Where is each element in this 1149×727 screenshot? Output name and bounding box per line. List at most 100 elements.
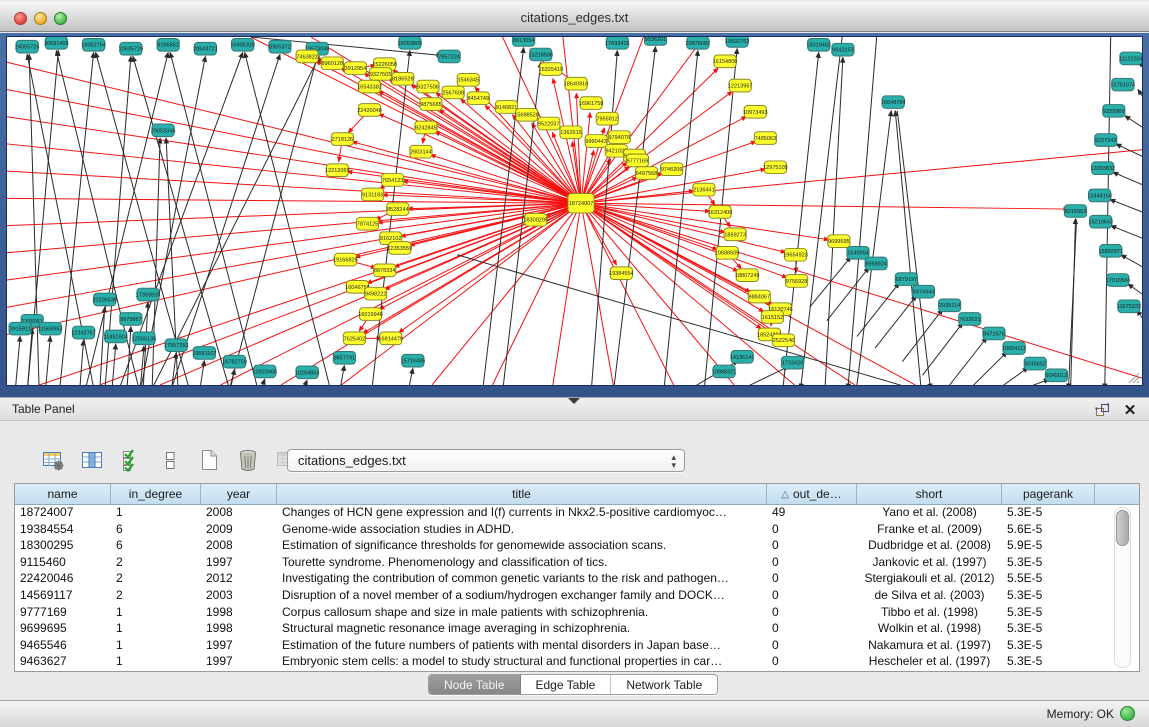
graph-edge[interactable] xyxy=(734,367,788,385)
graph-edge[interactable] xyxy=(27,329,32,385)
graph-edge[interactable] xyxy=(1128,284,1142,298)
graph-edge[interactable] xyxy=(895,111,921,385)
graph-node-label: 12213967 xyxy=(728,84,753,90)
graph-edge[interactable] xyxy=(902,309,942,361)
graph-edge[interactable] xyxy=(316,61,581,203)
graph-edge[interactable] xyxy=(922,323,962,375)
graph-edge[interactable] xyxy=(848,37,877,385)
graph-edge[interactable] xyxy=(80,340,84,385)
graph-edge[interactable] xyxy=(229,56,318,385)
graph-edge[interactable] xyxy=(39,203,581,385)
graph-edge[interactable] xyxy=(1125,116,1142,131)
graph-edge[interactable] xyxy=(1068,220,1076,385)
table-row[interactable]: 2242004622012Investigating the contribut… xyxy=(15,571,1101,588)
graph-edge[interactable] xyxy=(968,352,1007,385)
graph-edge[interactable] xyxy=(302,380,307,385)
close-panel-icon[interactable]: ✕ xyxy=(1121,401,1139,419)
deselect-rows-button[interactable] xyxy=(157,447,183,473)
table-row[interactable]: 911546021997Tourette syndrome. Phenomeno… xyxy=(15,555,1101,572)
table-scrollbar-thumb[interactable] xyxy=(1116,510,1129,546)
cell-short: Stergiakouli et al. (2012) xyxy=(857,571,1002,588)
tab-edge-table[interactable]: Edge Table xyxy=(521,675,612,694)
table-row[interactable]: 1938455462009Genome-wide association stu… xyxy=(15,522,1101,539)
tab-network-table[interactable]: Network Table xyxy=(611,675,717,694)
graph-edge[interactable] xyxy=(15,336,20,385)
table-row[interactable]: 1872400712008Changes of HCN gene express… xyxy=(15,505,1101,522)
graph-node-label: 1640954 xyxy=(847,251,869,257)
memory-ok-icon[interactable] xyxy=(1120,706,1135,721)
graph-edge[interactable] xyxy=(1013,379,1049,385)
graph-node-label: 9975887 xyxy=(120,317,142,323)
graph-node-label: 8813054 xyxy=(513,38,535,44)
cell-short: Jankovic et al. (1997) xyxy=(857,555,1002,572)
table-row[interactable]: 946554611997Estimation of the future num… xyxy=(15,638,1101,655)
graph-edge[interactable] xyxy=(664,51,698,385)
network-canvas[interactable]: 2405572430691406180527641063572991868522… xyxy=(7,37,1142,385)
cell-in_degree: 1 xyxy=(111,638,201,655)
table-options-button[interactable] xyxy=(40,447,66,473)
graph-edge[interactable] xyxy=(1113,172,1142,187)
graph-edge[interactable] xyxy=(45,336,50,385)
graph-edge[interactable] xyxy=(897,111,930,385)
graph-edge[interactable] xyxy=(875,296,916,348)
graph-edge[interactable] xyxy=(993,368,1028,385)
splitter-handle-icon[interactable] xyxy=(568,398,580,404)
select-updown-icon: ▴▾ xyxy=(671,453,676,469)
show-columns-button[interactable] xyxy=(79,447,105,473)
graph-node-label: 8958924 xyxy=(865,262,887,268)
graph-edge[interactable] xyxy=(1111,226,1142,241)
column-header-out_de[interactable]: △out_de… xyxy=(767,484,857,504)
delete-columns-button[interactable] xyxy=(235,447,261,473)
float-panel-icon[interactable] xyxy=(1093,401,1111,419)
graph-edge[interactable] xyxy=(7,144,581,203)
graph-edge[interactable] xyxy=(378,91,581,203)
graph-node-label: 9777169 xyxy=(627,158,649,164)
graph-edge[interactable] xyxy=(245,53,332,385)
graph-edge[interactable] xyxy=(1105,37,1111,385)
graph-edge[interactable] xyxy=(100,307,105,385)
graph-edge[interactable] xyxy=(1110,199,1142,214)
graph-edge[interactable] xyxy=(399,203,581,332)
table-row[interactable]: 1830029562008Estimation of significance … xyxy=(15,538,1101,555)
graph-edge[interactable] xyxy=(1138,89,1142,103)
graph-edge[interactable] xyxy=(553,203,581,385)
cell-pagerank: 5.3E-5 xyxy=(1002,654,1095,671)
graph-edge[interactable] xyxy=(408,368,413,385)
column-header-in_degree[interactable]: in_degree xyxy=(111,484,201,504)
column-header-year[interactable]: year xyxy=(201,484,277,504)
graph-edge[interactable] xyxy=(581,203,786,252)
graph-edge[interactable] xyxy=(1121,255,1142,270)
graph-node-label: 24055724 xyxy=(15,45,40,51)
table-row[interactable]: 977716911998Corpus callosum shape and si… xyxy=(15,605,1101,622)
select-rows-button[interactable] xyxy=(118,447,144,473)
graph-edge[interactable] xyxy=(230,369,235,385)
graph-edge[interactable] xyxy=(352,142,581,204)
table-scrollbar[interactable] xyxy=(1114,507,1131,668)
column-header-title[interactable]: title xyxy=(277,484,767,504)
graph-edge[interactable] xyxy=(801,37,843,385)
table-row[interactable]: 969969511998Structural magnetic resonanc… xyxy=(15,621,1101,638)
graph-edge[interactable] xyxy=(581,150,1142,203)
graph-edge[interactable] xyxy=(199,361,204,385)
table-source-select[interactable]: citations_edges.txt ▴▾ xyxy=(287,449,685,472)
table-row[interactable]: 946362711997Embryonic stem cells: a mode… xyxy=(15,654,1101,671)
table-row[interactable]: 1456911722003Disruption of a novel membe… xyxy=(15,588,1101,605)
graph-edge[interactable] xyxy=(260,379,265,385)
network-window-titlebar[interactable]: citations_edges.txt xyxy=(0,2,1149,32)
graph-edge[interactable] xyxy=(7,62,581,203)
graph-edge[interactable] xyxy=(581,203,829,239)
column-header-short[interactable]: short xyxy=(857,484,1002,504)
cell-pagerank: 5.3E-5 xyxy=(1002,555,1095,572)
new-column-button[interactable] xyxy=(196,447,222,473)
graph-node-label: 6497568 xyxy=(636,171,658,177)
column-header-pagerank[interactable]: pagerank xyxy=(1002,484,1095,504)
graph-node-label: 15892971 xyxy=(1098,249,1123,255)
graph-edge[interactable] xyxy=(827,267,869,320)
graph-edge[interactable] xyxy=(29,54,39,385)
graph-edge[interactable] xyxy=(810,257,851,308)
graph-edge[interactable] xyxy=(339,366,344,385)
graph-edge[interactable] xyxy=(152,138,160,385)
column-header-name[interactable]: name xyxy=(15,484,111,504)
cell-name: 19384554 xyxy=(15,522,111,539)
tab-node-table[interactable]: Node Table xyxy=(429,675,521,694)
